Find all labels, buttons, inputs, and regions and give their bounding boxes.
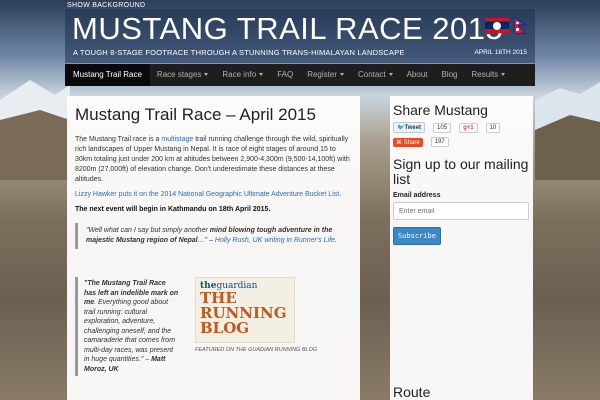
- bucket-list-link[interactable]: Lizzy Hawker puts it on the 2014 Nationa…: [75, 190, 352, 200]
- google-plus-button[interactable]: g+1: [459, 122, 478, 133]
- nav-item-faq[interactable]: FAQ: [270, 64, 300, 86]
- show-background-link[interactable]: SHOW BACKGROUND: [67, 2, 145, 9]
- next-event-text: The next event will begin in Kathmandu o…: [75, 206, 271, 213]
- multistage-link[interactable]: multistage: [161, 136, 193, 143]
- guardian-running-blog-logo[interactable]: theguardian THE RUNNING BLOG: [195, 277, 295, 343]
- main-navbar: Mustang Trail Race Race stages Race info…: [65, 64, 535, 86]
- nav-item-label: Contact: [358, 70, 386, 79]
- guardian-caption: FEATURED ON THE GUADIAN RUNNING BLOG: [195, 347, 318, 353]
- quote-author-link[interactable]: Holly Rush, UK writing in Runner's Life: [215, 237, 335, 244]
- intro-text: trail running challenge through the wild…: [75, 136, 350, 183]
- share-title: Share Mustang: [393, 102, 488, 118]
- social-buttons: 🐦Tweet 105 g+1 10: [393, 122, 530, 133]
- route-title: Route: [393, 384, 431, 400]
- nav-item-label: Race stages: [156, 70, 202, 79]
- flag-icon-laos[interactable]: [485, 18, 509, 33]
- nav-item-race-info[interactable]: Race info: [215, 64, 270, 86]
- subscribe-button[interactable]: Subscribe: [393, 227, 441, 245]
- nav-item-label: Register: [307, 70, 337, 79]
- social-buttons-row2: ⌘ Share 197: [393, 137, 530, 147]
- race-date: APRIL 18TH 2015: [474, 49, 527, 56]
- sidebar: Share Mustang 🐦Tweet 105 g+1 10 ⌘ Share …: [390, 96, 533, 400]
- intro-paragraph: The Mustang Trail race is a multistage t…: [75, 135, 352, 185]
- email-label: Email address: [393, 192, 441, 199]
- quote-text: "Well what can I say but simply another: [86, 227, 210, 234]
- nav-item-home[interactable]: Mustang Trail Race: [65, 64, 150, 86]
- nav-item-results[interactable]: Results: [465, 64, 513, 86]
- quote-text: …" –: [197, 237, 215, 244]
- site-tagline: A TOUGH 8-STAGE FOOTRACE THROUGH A STUNN…: [73, 48, 405, 57]
- nav-item-label: Results: [471, 70, 499, 79]
- caret-down-icon: [501, 73, 506, 77]
- gplus-label: +1: [466, 124, 474, 131]
- tweet-count: 105: [433, 122, 452, 133]
- caret-down-icon: [388, 73, 393, 77]
- tweet-button[interactable]: 🐦Tweet: [393, 122, 426, 133]
- flag-icon-nepal[interactable]: [513, 17, 527, 34]
- quote-text: . Everything good about trail running: c…: [84, 299, 176, 363]
- nav-item-label: Race info: [222, 70, 257, 79]
- testimonial-row: "The Mustang Trail Race has left an inde…: [75, 277, 352, 376]
- nav-item-about[interactable]: About: [400, 64, 435, 86]
- site-header: MUSTANG TRAIL RACE 2015 A TOUGH 8-STAGE …: [65, 9, 535, 63]
- page-title: Mustang Trail Race – April 2015: [75, 105, 316, 124]
- caret-down-icon: [259, 73, 264, 77]
- caret-down-icon: [340, 73, 344, 77]
- testimonial-quote: "The Mustang Trail Race has left an inde…: [75, 277, 185, 376]
- site-title[interactable]: MUSTANG TRAIL RACE 2015: [72, 11, 503, 47]
- caret-down-icon: [204, 73, 209, 77]
- email-input[interactable]: [393, 202, 529, 220]
- nav-item-race-stages[interactable]: Race stages: [150, 64, 215, 86]
- language-flags: [485, 17, 527, 34]
- testimonial-quote: "Well what can I say but simply another …: [75, 223, 352, 249]
- guardian-feature[interactable]: theguardian THE RUNNING BLOG FEATURED ON T…: [195, 277, 335, 376]
- mailing-list-title: Sign up to our mailing list: [393, 156, 529, 187]
- stumbleupon-icon: ⌘: [396, 139, 402, 146]
- tweet-label: Tweet: [404, 125, 422, 131]
- nav-item-contact[interactable]: Contact: [351, 64, 400, 86]
- gplus-count: 10: [485, 122, 501, 133]
- main-content: Mustang Trail Race – April 2015 The Must…: [67, 96, 360, 400]
- share-count: 197: [430, 137, 449, 147]
- running-blog-text: THE RUNNING BLOG: [200, 289, 287, 337]
- share-label: Share: [403, 139, 420, 146]
- nav-item-blog[interactable]: Blog: [434, 64, 464, 86]
- nav-item-register[interactable]: Register: [300, 64, 351, 86]
- stumbleupon-share-button[interactable]: ⌘ Share: [393, 137, 423, 147]
- intro-text: The Mustang Trail race is a: [75, 136, 162, 143]
- quote-text: .: [334, 237, 337, 244]
